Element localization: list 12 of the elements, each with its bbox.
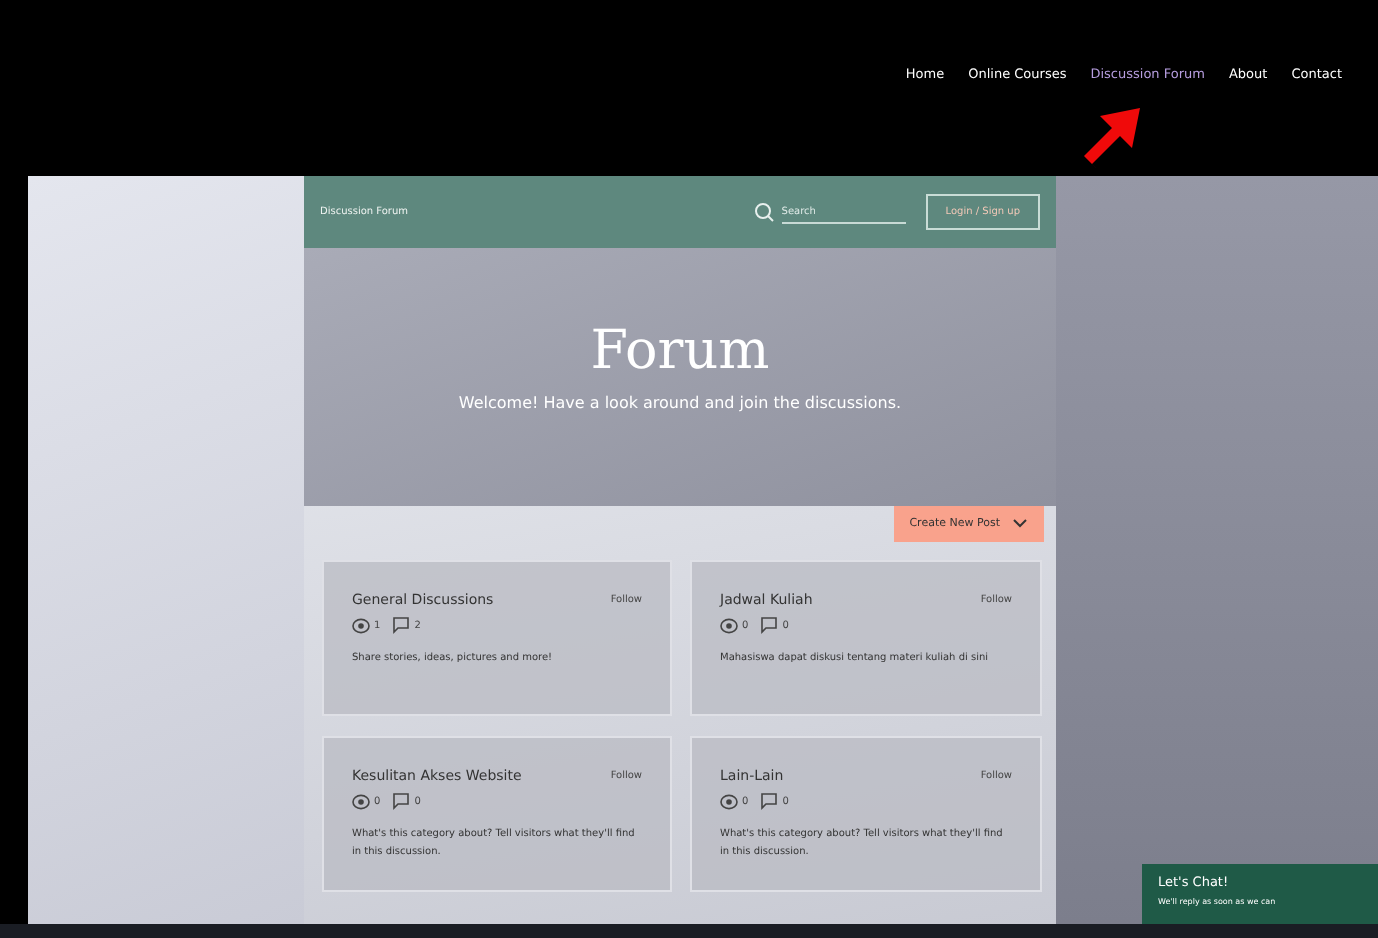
comment-icon xyxy=(760,616,779,634)
eye-icon xyxy=(720,617,738,633)
eye-icon xyxy=(720,793,738,809)
chevron-down-icon xyxy=(1012,518,1028,530)
eye-icon xyxy=(352,617,370,633)
comment-icon xyxy=(392,616,411,634)
hero-title: Forum xyxy=(590,320,770,382)
comment-icon xyxy=(392,792,411,810)
eye-icon xyxy=(352,793,370,809)
comment-icon xyxy=(760,792,779,810)
search-icon xyxy=(753,202,774,222)
hero-subtitle: Welcome! Have a look around and join the discussions. xyxy=(458,394,902,412)
